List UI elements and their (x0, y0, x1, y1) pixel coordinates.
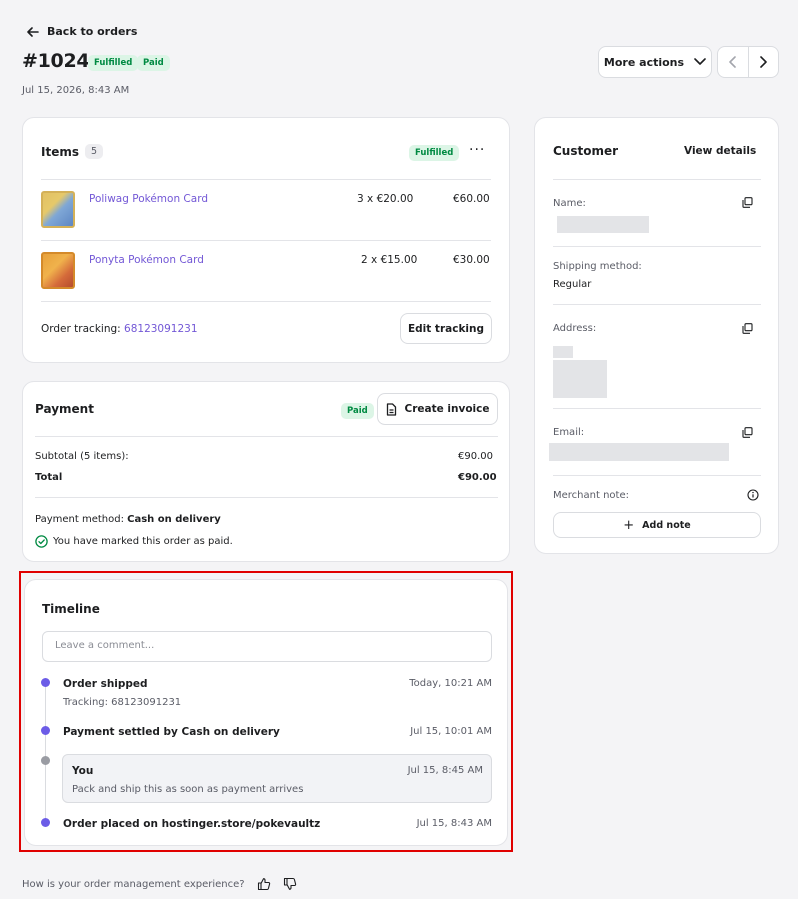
payment-method-label: Payment method: (35, 514, 124, 525)
paid-confirmation: You have marked this order as paid. (35, 535, 233, 548)
item-name-link[interactable]: Ponyta Pokémon Card (89, 254, 204, 266)
payment-card: Payment Paid Create invoice Subtotal (5 … (22, 381, 510, 562)
address-label: Address: (553, 323, 597, 334)
divider (553, 304, 761, 305)
item-qty-price: 3 x €20.00 (357, 193, 414, 205)
subtotal-value: €90.00 (458, 451, 493, 462)
items-count-badge: 5 (85, 144, 104, 159)
divider (41, 179, 491, 180)
copy-icon[interactable] (742, 323, 753, 334)
view-details-link[interactable]: View details (684, 145, 756, 157)
add-note-button[interactable]: + Add note (553, 512, 761, 538)
chevron-left-icon (728, 56, 736, 68)
redacted-address (553, 346, 573, 358)
ponyta-card-image (41, 252, 75, 289)
merchant-note-label: Merchant note: (553, 490, 629, 501)
chevron-down-icon (694, 58, 706, 65)
divider (553, 246, 761, 247)
shipping-method-label: Shipping method: (553, 261, 642, 272)
payment-status-badge: Paid (137, 55, 170, 71)
item-qty-price: 2 x €15.00 (361, 254, 418, 266)
document-icon (386, 402, 396, 416)
items-status-badge: Fulfilled (409, 145, 460, 161)
total-value: €90.00 (458, 472, 497, 483)
next-order-button[interactable] (749, 47, 779, 77)
feedback-question: How is your order management experience? (22, 878, 245, 890)
divider (553, 408, 761, 409)
more-actions-label: More actions (603, 55, 685, 69)
check-circle-icon (35, 535, 48, 548)
items-heading: Items 5 (41, 144, 104, 159)
divider (41, 240, 491, 241)
order-date: Jul 15, 2026, 8:43 AM (22, 85, 130, 96)
copy-icon[interactable] (742, 427, 753, 438)
back-to-orders-link[interactable]: Back to orders (27, 25, 137, 38)
previous-order-button[interactable] (718, 47, 749, 77)
item-name-link[interactable]: Poliwag Pokémon Card (89, 193, 208, 205)
divider (35, 436, 498, 437)
arrow-left-icon (27, 26, 39, 37)
highlight-box (19, 571, 513, 852)
page-title: #1024 (22, 50, 90, 72)
items-more-menu-icon[interactable]: ··· (469, 142, 485, 158)
plus-icon: + (623, 517, 635, 533)
items-card: Items 5 Fulfilled ··· Poliwag Pokémon Ca… (22, 117, 510, 363)
chevron-right-icon (760, 56, 768, 68)
divider (553, 179, 761, 180)
edit-tracking-button[interactable]: Edit tracking (400, 313, 492, 344)
add-note-label: Add note (642, 519, 691, 531)
payment-method-value: Cash on delivery (127, 514, 221, 525)
copy-icon[interactable] (742, 197, 753, 208)
back-label: Back to orders (47, 25, 138, 38)
total-label: Total (35, 472, 63, 483)
poliwag-card-image (41, 191, 75, 228)
redacted-address (553, 360, 607, 398)
tracking-number-link[interactable]: 68123091231 (124, 323, 198, 335)
divider (35, 497, 498, 498)
shipping-method-value: Regular (553, 279, 592, 290)
item-total: €60.00 (453, 193, 490, 205)
create-invoice-label: Create invoice (404, 403, 490, 415)
thumbs-up-icon[interactable] (257, 877, 271, 891)
payment-method: Payment method: Cash on delivery (35, 514, 221, 525)
divider (41, 301, 491, 302)
fulfillment-status-badge: Fulfilled (88, 55, 139, 71)
feedback-bar: How is your order management experience? (22, 877, 297, 891)
customer-card: Customer View details Name: Shipping met… (534, 117, 779, 554)
order-pager (717, 46, 779, 78)
more-actions-button[interactable]: More actions (598, 46, 712, 78)
info-icon[interactable] (747, 489, 759, 501)
paid-note: You have marked this order as paid. (53, 536, 233, 547)
payment-status-badge: Paid (341, 403, 374, 419)
divider (553, 475, 761, 476)
name-label: Name: (553, 198, 586, 209)
customer-title: Customer (553, 144, 619, 158)
thumbs-down-icon[interactable] (283, 877, 297, 891)
item-total: €30.00 (453, 254, 490, 266)
order-tracking-label: Order tracking: (41, 323, 121, 335)
subtotal-label: Subtotal (5 items): (35, 451, 129, 462)
payment-title: Payment (35, 402, 94, 416)
order-tracking: Order tracking: 68123091231 (41, 323, 198, 335)
email-label: Email: (553, 427, 585, 438)
items-title: Items (41, 144, 79, 159)
redacted-name (557, 216, 649, 233)
redacted-email (549, 443, 729, 461)
create-invoice-button[interactable]: Create invoice (377, 393, 498, 425)
